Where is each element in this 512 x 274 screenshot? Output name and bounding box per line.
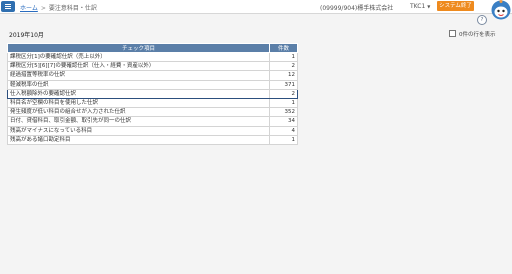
row-count: 12 bbox=[269, 70, 298, 81]
row-count: 4 bbox=[269, 125, 298, 136]
row-item: 課税区分[5][6][7]の要確認仕訳（仕入・経費・資産以外） bbox=[7, 61, 270, 72]
table-row[interactable]: 課税区分[5][6][7]の要確認仕訳（仕入・経費・資産以外） 2 bbox=[7, 61, 298, 72]
show-zero-label: 0件の行を表示 bbox=[459, 32, 496, 38]
user-name: TKC1 bbox=[410, 3, 426, 10]
column-header-check-item: チェック項目 bbox=[7, 43, 270, 53]
chevron-down-icon: ▼ bbox=[427, 4, 431, 9]
table-row[interactable]: 経過措置等税率の仕訳 12 bbox=[7, 70, 298, 81]
user-menu[interactable]: TKC1 ▼ bbox=[410, 3, 430, 10]
breadcrumb-current: 要注意科目・仕訳 bbox=[48, 5, 97, 12]
breadcrumb: ホーム > 要注意科目・仕訳 bbox=[20, 3, 97, 12]
row-item: 科目名が空欄の科目を使用した仕訳 bbox=[7, 97, 270, 109]
top-bar: ホーム > 要注意科目・仕訳 (09999/904)標手株式会社 TKC1 ▼ システ… bbox=[0, 0, 512, 14]
check-items-table: チェック項目 件数 課税区分[1]の要確認仕訳（売上以外） 1 課税区分[5][6… bbox=[7, 43, 298, 145]
show-zero-checkbox[interactable]: 0件の行を表示 bbox=[449, 30, 496, 38]
row-item: 日付、貸借科目、取引金額、取引先が同一の仕訳 bbox=[7, 116, 270, 127]
row-item: 軽減税率の仕訳 bbox=[7, 79, 270, 90]
checkbox-icon[interactable] bbox=[449, 30, 456, 37]
company-name: (09999/904)標手株式会社 bbox=[320, 5, 394, 12]
row-count: 1 bbox=[269, 134, 298, 145]
row-count: 1 bbox=[269, 97, 298, 109]
system-exit-button[interactable]: システム終了 bbox=[437, 1, 474, 11]
row-item: 仕入税額除外の要確認仕訳 bbox=[7, 88, 270, 99]
table-row-selected[interactable]: 仕入税額除外の要確認仕訳 2 bbox=[7, 88, 298, 99]
table-row[interactable]: 残高がマイナスになっている科目 4 bbox=[7, 125, 298, 136]
row-item: 残高がマイナスになっている科目 bbox=[7, 125, 270, 136]
table-header-row: チェック項目 件数 bbox=[7, 43, 298, 53]
row-item: 発生頻度が低い科目の組合せが入力された仕訳 bbox=[7, 107, 270, 118]
table-row[interactable]: 日付、貸借科目、取引金額、取引先が同一の仕訳 34 bbox=[7, 116, 298, 127]
table-row[interactable]: 残高がある諸口勘定科目 1 bbox=[7, 134, 298, 145]
row-item: 残高がある諸口勘定科目 bbox=[7, 134, 270, 145]
row-item: 課税区分[1]の要確認仕訳（売上以外） bbox=[7, 51, 270, 63]
row-count: 2 bbox=[269, 88, 298, 99]
period-label: 2019年10月 bbox=[9, 32, 44, 39]
mascot-icon[interactable] bbox=[489, 0, 512, 24]
row-count: 1 bbox=[269, 51, 298, 63]
row-count: 34 bbox=[269, 116, 298, 127]
row-count: 371 bbox=[269, 79, 298, 90]
hamburger-menu-icon[interactable] bbox=[1, 1, 15, 12]
table-row[interactable]: 発生頻度が低い科目の組合せが入力された仕訳 352 bbox=[7, 107, 298, 118]
breadcrumb-separator: > bbox=[40, 5, 46, 12]
table-row[interactable]: 科目名が空欄の科目を使用した仕訳 1 bbox=[7, 97, 298, 109]
help-icon[interactable]: ? bbox=[477, 15, 487, 25]
table-row[interactable]: 課税区分[1]の要確認仕訳（売上以外） 1 bbox=[7, 51, 298, 63]
row-count: 2 bbox=[269, 61, 298, 72]
row-count: 352 bbox=[269, 107, 298, 118]
table-row[interactable]: 軽減税率の仕訳 371 bbox=[7, 79, 298, 90]
breadcrumb-home-link[interactable]: ホーム bbox=[20, 5, 38, 12]
column-header-count: 件数 bbox=[269, 43, 298, 53]
row-item: 経過措置等税率の仕訳 bbox=[7, 70, 270, 81]
